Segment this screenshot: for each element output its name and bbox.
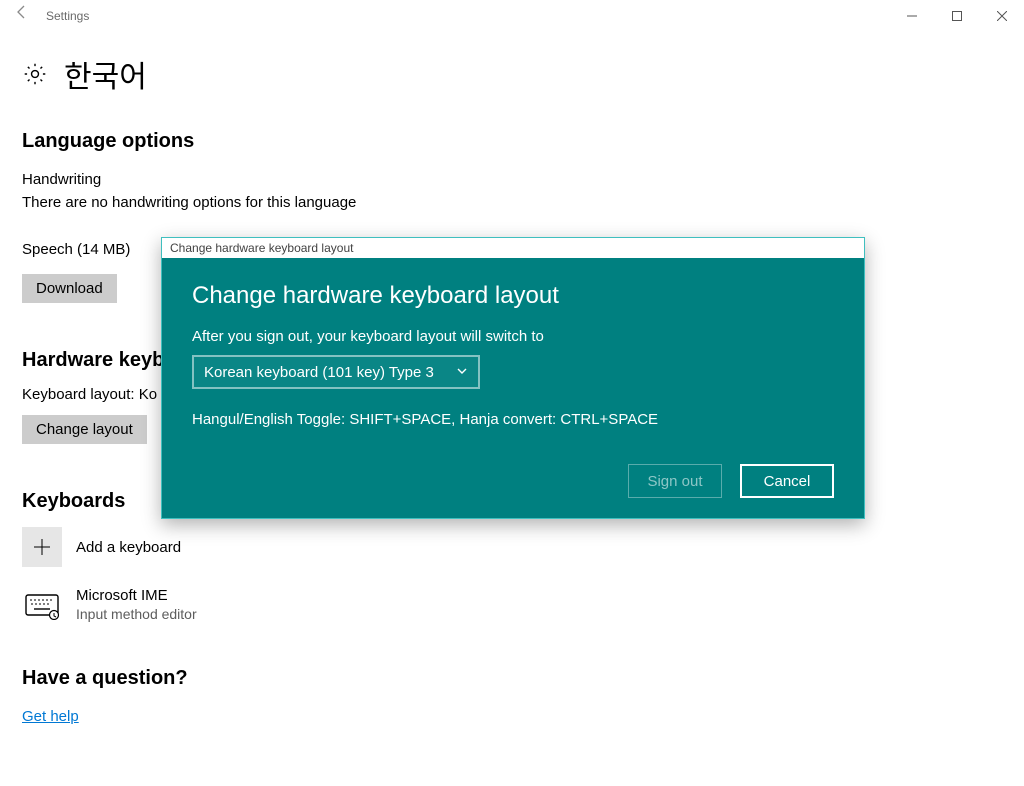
question-heading: Have a question? [22, 667, 1002, 690]
plus-icon [22, 527, 62, 567]
keyboard-item-desc: Input method editor [76, 606, 197, 622]
keyboard-icon [22, 587, 62, 627]
add-keyboard-row[interactable]: Add a keyboard [22, 527, 1002, 567]
handwriting-note: There are no handwriting options for thi… [22, 194, 1002, 211]
layout-select-value: Korean keyboard (101 key) Type 3 [204, 364, 434, 381]
change-layout-dialog: Change hardware keyboard layout Change h… [161, 237, 865, 519]
close-button[interactable] [979, 0, 1024, 32]
download-button[interactable]: Download [22, 274, 117, 303]
change-layout-button[interactable]: Change layout [22, 415, 147, 444]
maximize-button[interactable] [934, 0, 979, 32]
back-button[interactable] [0, 0, 44, 32]
handwriting-label: Handwriting [22, 171, 1002, 188]
keyboard-item-ime[interactable]: Microsoft IME Input method editor [22, 587, 1002, 627]
gear-icon [22, 61, 48, 87]
dialog-after-text: After you sign out, your keyboard layout… [192, 328, 834, 345]
dialog-info-text: Hangul/English Toggle: SHIFT+SPACE, Hanj… [192, 411, 834, 428]
page-header: 한국어 [0, 32, 1024, 102]
app-title: Settings [46, 9, 89, 23]
language-options-heading: Language options [22, 130, 1002, 153]
chevron-down-icon [456, 365, 468, 380]
layout-select[interactable]: Korean keyboard (101 key) Type 3 [192, 355, 480, 389]
get-help-link[interactable]: Get help [22, 708, 79, 725]
keyboard-item-name: Microsoft IME [76, 587, 197, 604]
dialog-titlebar: Change hardware keyboard layout [162, 238, 864, 258]
signout-button[interactable]: Sign out [628, 464, 722, 498]
cancel-button[interactable]: Cancel [740, 464, 834, 498]
page-title: 한국어 [64, 52, 147, 96]
dialog-heading: Change hardware keyboard layout [192, 282, 834, 310]
minimize-button[interactable] [889, 0, 934, 32]
window-titlebar: Settings [0, 0, 1024, 32]
add-keyboard-label: Add a keyboard [76, 539, 181, 556]
